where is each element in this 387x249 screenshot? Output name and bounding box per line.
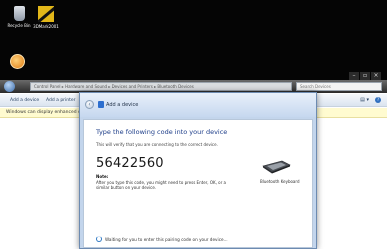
back-button[interactable]: ‹: [85, 100, 94, 109]
back-nav-icon[interactable]: [4, 81, 15, 92]
3dmark-icon: [38, 6, 54, 22]
add-printer-button[interactable]: Add a printer: [46, 98, 76, 103]
dialog-title: Add a device: [106, 102, 139, 108]
desktop-icon-recycle-bin[interactable]: Recycle Bin: [4, 6, 34, 28]
view-options-button[interactable]: ▤ ▾: [360, 97, 369, 103]
dialog-body: Type the following code into your device…: [83, 119, 313, 248]
recycle-bin-icon: [13, 6, 25, 21]
keyboard-icon: [262, 160, 291, 174]
note-text: After you type this code, you might need…: [96, 180, 226, 190]
close-button[interactable]: ×: [371, 72, 381, 80]
desktop-icon-3dmark[interactable]: 3DMark2001: [31, 6, 61, 29]
pairing-code: 56422560: [96, 156, 164, 171]
device-name: Bluetooth Keyboard: [260, 179, 300, 184]
status-text: Waiting for you to enter this pairing co…: [105, 236, 228, 242]
help-icon[interactable]: ?: [375, 97, 381, 103]
user-picture-icon: [10, 54, 25, 69]
dialog-heading: Type the following code into your device: [96, 128, 228, 136]
minimize-button[interactable]: –: [349, 72, 359, 80]
search-input[interactable]: Search Devices: [296, 82, 382, 91]
add-device-button[interactable]: Add a device: [10, 98, 39, 103]
address-field[interactable]: Control Panel ▸ Hardware and Sound ▸ Dev…: [30, 82, 292, 91]
spinner-icon: [96, 236, 102, 242]
dialog-subtext: This will verify that you are connecting…: [96, 142, 218, 147]
bluetooth-device-icon: [98, 101, 104, 108]
desktop-icon-label: 3DMark2001: [33, 24, 59, 29]
status-row: Waiting for you to enter this pairing co…: [96, 236, 228, 242]
note-label: Note:: [96, 174, 109, 179]
view-controls: ▤ ▾ ?: [360, 97, 381, 103]
desktop-icon-label: Recycle Bin: [7, 23, 31, 28]
maximize-button[interactable]: ▫: [360, 72, 370, 80]
dialog-title-bar: ‹ Add a device: [80, 93, 316, 117]
add-device-dialog: ‹ Add a device Type the following code i…: [79, 92, 317, 249]
window-controls: – ▫ ×: [349, 72, 381, 80]
address-path: Control Panel ▸ Hardware and Sound ▸ Dev…: [34, 84, 194, 89]
